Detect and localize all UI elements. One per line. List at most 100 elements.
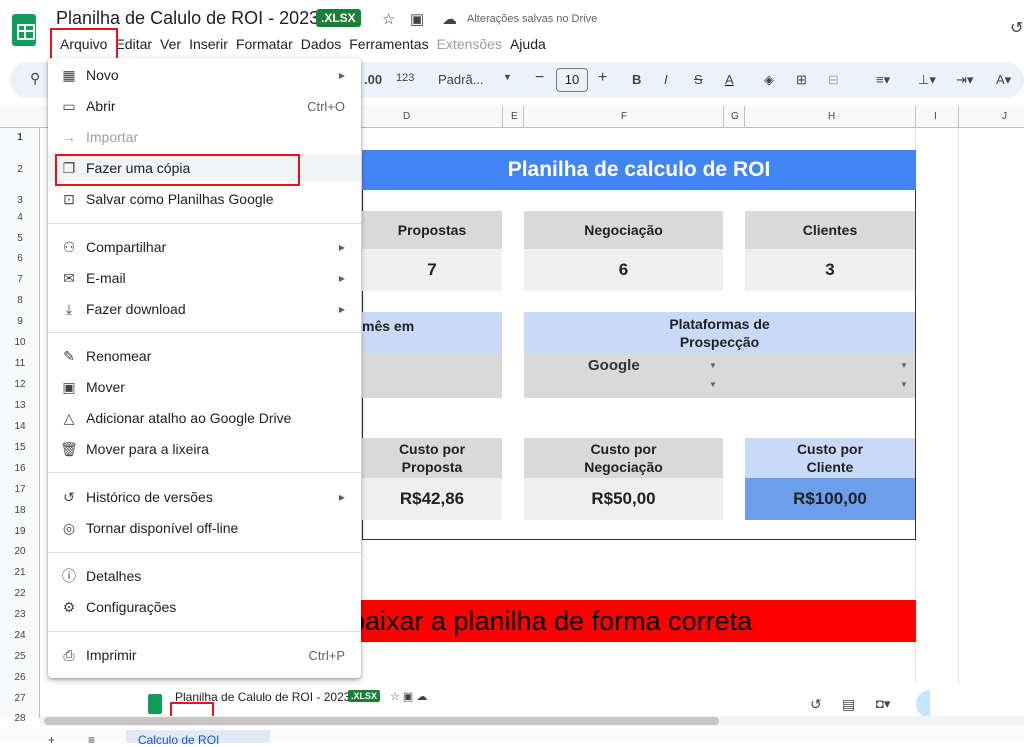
- sheets-logo-icon[interactable]: [12, 14, 36, 46]
- dropdown-arrow-icon[interactable]: ▼: [709, 361, 717, 370]
- align-horizontal-icon[interactable]: ≡▾: [876, 72, 890, 88]
- search-icon[interactable]: ⚲: [30, 70, 40, 87]
- platform-value[interactable]: Google: [588, 357, 640, 374]
- row-header[interactable]: 17: [0, 484, 40, 495]
- row-header[interactable]: 28: [0, 713, 40, 724]
- italic-button[interactable]: I: [664, 72, 668, 87]
- column-header-d[interactable]: D: [403, 111, 410, 122]
- stat-label-clientes[interactable]: Clientes: [745, 211, 915, 249]
- menu-item-configuracoes[interactable]: ⚙ Configurações: [48, 593, 361, 621]
- cost-value-negociacao[interactable]: R$50,00: [524, 478, 723, 520]
- platform-dropdown-cell[interactable]: [524, 354, 915, 398]
- cloud-done-icon[interactable]: ☁: [442, 10, 457, 28]
- row-header[interactable]: 25: [0, 651, 40, 662]
- row-header[interactable]: 11: [0, 358, 40, 369]
- month-value-cell[interactable]: [362, 354, 502, 398]
- stat-value-propostas[interactable]: 7: [362, 249, 502, 291]
- text-rotate-icon[interactable]: A▾: [996, 72, 1011, 88]
- row-header[interactable]: 8: [0, 295, 40, 306]
- row-header[interactable]: 12: [0, 379, 40, 390]
- text-color-button[interactable]: A: [725, 72, 734, 87]
- platforms-label[interactable]: Plataformas de Prospecção: [524, 312, 915, 354]
- sheet-tab-label[interactable]: Calculo de ROI: [138, 733, 219, 747]
- row-header[interactable]: 20: [0, 546, 40, 557]
- menu-item-offline[interactable]: ◎ Tornar disponível off-line: [48, 514, 361, 542]
- dropdown-arrow-icon[interactable]: ▼: [900, 361, 908, 370]
- row-header[interactable]: 15: [0, 442, 40, 453]
- menu-item-historico[interactable]: ↺ Histórico de versões ▶: [48, 483, 361, 511]
- menu-item-abrir[interactable]: ▭ Abrir Ctrl+O: [48, 92, 361, 120]
- month-label[interactable]: mês em: [362, 312, 502, 354]
- red-warning-banner[interactable]: baixar a planilha de forma correta: [348, 600, 916, 642]
- star-icon[interactable]: ☆: [382, 10, 395, 28]
- row-header[interactable]: 27: [0, 693, 40, 704]
- row-header[interactable]: 7: [0, 274, 40, 285]
- cost-label-cliente[interactable]: Custo por Cliente: [745, 438, 915, 478]
- font-size-input[interactable]: 10: [556, 68, 588, 92]
- align-vertical-icon[interactable]: ⊥▾: [918, 72, 936, 88]
- menu-dados[interactable]: Dados: [297, 35, 345, 53]
- decimal-increase-button[interactable]: .00: [364, 72, 382, 87]
- menu-item-importar[interactable]: → Importar: [48, 123, 361, 151]
- text-wrap-icon[interactable]: ⇥▾: [956, 72, 973, 88]
- row-header[interactable]: 19: [0, 526, 40, 537]
- column-header-i[interactable]: I: [934, 111, 937, 122]
- menu-item-detalhes[interactable]: ⓘ Detalhes: [48, 562, 361, 590]
- stat-value-clientes[interactable]: 3: [745, 249, 915, 291]
- row-header[interactable]: 14: [0, 421, 40, 432]
- cost-label-proposta[interactable]: Custo por Proposta: [362, 438, 502, 478]
- row-header[interactable]: 21: [0, 567, 40, 578]
- menu-extensoes[interactable]: Extensões: [433, 35, 506, 53]
- menu-item-lixeira[interactable]: 🗑 Mover para a lixeira: [48, 435, 361, 463]
- menu-editar[interactable]: Editar: [111, 35, 156, 53]
- all-sheets-icon[interactable]: ≡: [88, 733, 95, 747]
- menu-item-renomear[interactable]: ✎ Renomear: [48, 342, 361, 370]
- dropdown-arrow-icon[interactable]: ▼: [709, 380, 717, 389]
- row-header[interactable]: 9: [0, 316, 40, 327]
- column-header-e[interactable]: E: [511, 111, 518, 122]
- column-header-h[interactable]: H: [828, 111, 835, 122]
- strikethrough-button[interactable]: S: [694, 72, 703, 87]
- menu-inserir[interactable]: Inserir: [185, 35, 232, 53]
- menu-formatar[interactable]: Formatar: [232, 35, 297, 53]
- row-header[interactable]: 16: [0, 463, 40, 474]
- number-format-button[interactable]: 123: [396, 72, 414, 84]
- history-icon[interactable]: ↺: [1010, 18, 1023, 38]
- menu-ajuda[interactable]: Ajuda: [506, 35, 550, 53]
- row-header[interactable]: 10: [0, 337, 40, 348]
- font-dropdown-icon[interactable]: ▼: [503, 72, 512, 82]
- column-header-g[interactable]: G: [731, 111, 739, 122]
- row-header[interactable]: 23: [0, 609, 40, 620]
- menu-ferramentas[interactable]: Ferramentas: [345, 35, 432, 53]
- borders-icon[interactable]: ⊞: [796, 72, 807, 88]
- row-header[interactable]: 4: [0, 212, 40, 223]
- menu-item-salvar-google[interactable]: ⊡ Salvar como Planilhas Google: [48, 185, 361, 213]
- menu-item-download[interactable]: ⤓ Fazer download ▶: [48, 295, 361, 323]
- cost-value-cliente[interactable]: R$100,00: [745, 478, 915, 520]
- row-header[interactable]: 1: [0, 132, 40, 143]
- row-header[interactable]: 3: [0, 195, 40, 206]
- document-title[interactable]: Planilha de Calulo de ROI - 2023: [56, 8, 319, 29]
- scrollbar-thumb[interactable]: [44, 717, 719, 725]
- menu-item-mover[interactable]: ▣ Mover: [48, 373, 361, 401]
- bold-button[interactable]: B: [632, 72, 641, 87]
- row-header[interactable]: 2: [0, 164, 40, 175]
- menu-item-novo[interactable]: ▦ Novo ▶: [48, 61, 361, 89]
- row-header[interactable]: 13: [0, 400, 40, 411]
- stat-label-negociacao[interactable]: Negociação: [524, 211, 723, 249]
- row-header[interactable]: 22: [0, 588, 40, 599]
- row-header[interactable]: 5: [0, 233, 40, 244]
- cost-value-proposta[interactable]: R$42,86: [362, 478, 502, 520]
- column-header-f[interactable]: F: [621, 111, 627, 122]
- dropdown-arrow-icon[interactable]: ▼: [900, 380, 908, 389]
- fill-color-icon[interactable]: ◈: [764, 72, 774, 88]
- font-select[interactable]: Padrã...: [438, 72, 484, 87]
- folder-move-icon[interactable]: ▣: [410, 10, 424, 28]
- menu-item-atalho-drive[interactable]: △ Adicionar atalho ao Google Drive: [48, 404, 361, 432]
- roi-banner-title[interactable]: Planilha de calculo de ROI: [362, 150, 916, 190]
- row-header[interactable]: 6: [0, 253, 40, 264]
- stat-label-propostas[interactable]: Propostas: [362, 211, 502, 249]
- menu-item-compartilhar[interactable]: ⚇ Compartilhar ▶: [48, 233, 361, 261]
- font-size-increase-button[interactable]: +: [598, 69, 607, 87]
- merge-cells-icon[interactable]: ⊟: [828, 72, 839, 88]
